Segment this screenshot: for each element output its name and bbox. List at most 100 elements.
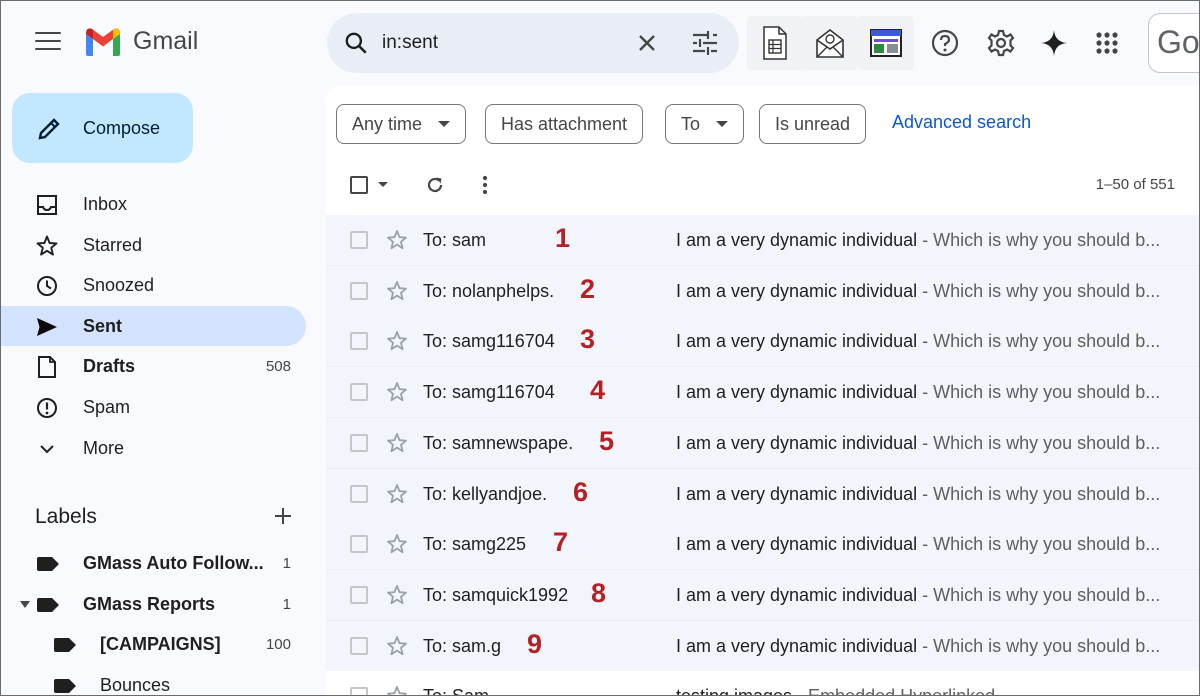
main-menu-icon[interactable] (35, 32, 61, 52)
refresh-icon[interactable] (425, 175, 445, 195)
sidebar-item-drafts[interactable]: Drafts 508 (1, 346, 306, 386)
annotation-number: 3 (580, 324, 596, 355)
google-account-text: Go (1157, 24, 1200, 60)
star-icon[interactable] (386, 685, 408, 696)
filter-chip-is-unread[interactable]: Is unread (759, 104, 867, 144)
sidebar-item-sent[interactable]: Sent (1, 305, 306, 346)
recipient: To: samquick1992 (423, 584, 569, 605)
row-checkbox[interactable] (350, 433, 368, 452)
settings-icon[interactable] (973, 16, 1029, 70)
email-row[interactable]: To: sam.g 9 I am a very dynamic individual… (326, 620, 1199, 672)
filter-chip-any-time[interactable]: Any time (336, 104, 467, 144)
label-item[interactable]: Bounces (1, 666, 306, 695)
star-icon[interactable] (386, 432, 408, 454)
compose-label: Compose (83, 118, 161, 138)
email-subject: I am a very dynamic individual (676, 483, 918, 504)
dashboard-icon[interactable] (858, 16, 914, 70)
row-checkbox[interactable] (350, 332, 368, 351)
sidebar-item-starred[interactable]: Starred (1, 225, 306, 265)
email-summary: I am a very dynamic individual - Which i… (676, 382, 1166, 403)
email-summary: I am a very dynamic individual - Which i… (676, 484, 1166, 505)
sidebar-item-label: Drafts (83, 356, 136, 377)
google-account-button[interactable]: Go (1148, 13, 1200, 73)
star-icon[interactable] (386, 330, 408, 352)
label-name: [CAMPAIGNS] (100, 634, 221, 655)
annotation-number: 9 (527, 628, 543, 659)
star-icon[interactable] (386, 635, 408, 657)
more-options-icon[interactable] (479, 175, 491, 195)
email-subject: I am a very dynamic individual (676, 230, 918, 250)
email-row[interactable]: To: samnewspape. 5 I am a very dynamic ind… (326, 417, 1199, 469)
gmail-logo[interactable]: Gmail (83, 26, 198, 56)
email-summary: I am a very dynamic individual - Which i… (676, 230, 1166, 251)
recipient: To: samg116704 (423, 382, 555, 403)
label-item[interactable]: GMass Reports 1 (1, 585, 306, 625)
star-icon (36, 235, 58, 257)
search-input[interactable] (382, 30, 622, 56)
email-row[interactable]: To: samquick1992 8 I am a very dynamic ind… (326, 569, 1199, 621)
row-checkbox[interactable] (350, 383, 368, 402)
email-summary: I am a very dynamic individual - Which i… (676, 281, 1166, 302)
compose-button[interactable]: Compose (12, 93, 193, 163)
draft-icon (36, 356, 58, 379)
email-row[interactable]: To: sam 1 I am a very dynamic individual -… (326, 215, 1199, 266)
clear-search-icon[interactable] (635, 31, 659, 55)
label-name: GMass Reports (83, 593, 216, 614)
email-snippet: - Which is why you should b... (917, 534, 1161, 555)
search-options-icon[interactable] (691, 31, 719, 55)
select-all-checkbox[interactable] (350, 176, 368, 194)
label-item[interactable]: [CAMPAIGNS] 100 (1, 625, 306, 665)
email-summary: I am a very dynamic individual - Which i… (676, 433, 1166, 454)
row-checkbox[interactable] (350, 281, 368, 300)
mail-merge-icon[interactable] (802, 16, 858, 70)
apps-grid-icon[interactable] (1079, 16, 1135, 70)
star-icon[interactable] (386, 280, 408, 302)
email-snippet: - Which is why you should b... (917, 432, 1161, 453)
star-icon[interactable] (386, 533, 408, 555)
star-icon[interactable] (386, 381, 408, 403)
email-row[interactable]: To: samg116704 3 I am a very dynamic indiv… (326, 316, 1199, 368)
email-row[interactable]: To: nolanphelps. 2 I am a very dynamic ind… (326, 265, 1199, 317)
sidebar-item-snoozed[interactable]: Snoozed (1, 265, 306, 305)
main-panel: Any time Has attachment To Is unread Advanc… (326, 85, 1199, 696)
app-name: Gmail (133, 26, 199, 55)
recipient: To: samg225 (423, 534, 527, 555)
email-row[interactable]: To: Sam testing images - Embedded Hyperli… (326, 671, 1199, 696)
email-row[interactable]: To: samg225 7 I am a very dynamic individu… (326, 519, 1199, 571)
sidebar-item-more[interactable]: More (1, 428, 306, 468)
email-subject: testing images (676, 686, 792, 695)
select-dropdown-icon[interactable] (378, 182, 388, 187)
add-label-icon[interactable] (273, 506, 293, 526)
row-checkbox[interactable] (350, 484, 368, 503)
row-checkbox[interactable] (350, 585, 368, 604)
sidebar-item-count: 508 (265, 358, 291, 376)
label-name: GMass Auto Follow... (83, 553, 264, 573)
email-subject: I am a very dynamic individual (676, 331, 918, 352)
search-icon[interactable] (343, 30, 369, 56)
label-count: 1 (282, 595, 291, 613)
row-checkbox[interactable] (350, 687, 368, 695)
email-row[interactable]: To: kellyandjoe. 6 I am a very dynamic ind… (326, 468, 1199, 520)
label-expand-icon[interactable] (20, 600, 30, 608)
label-item[interactable]: GMass Auto Follow... 1 (1, 544, 306, 584)
advanced-search-link[interactable]: Advanced search (892, 112, 1031, 133)
email-subject: I am a very dynamic individual (676, 584, 918, 605)
sidebar-item-inbox[interactable]: Inbox (1, 184, 306, 224)
sidebar-item-label: Inbox (83, 194, 128, 214)
help-icon[interactable] (917, 16, 973, 70)
email-row[interactable]: To: samg116704 4 I am a very dynamic indiv… (326, 367, 1199, 419)
row-checkbox[interactable] (350, 535, 368, 554)
sidebar-item-spam[interactable]: Spam (1, 387, 306, 427)
recipient: To: nolanphelps. (423, 280, 555, 301)
filter-chip-to[interactable]: To (665, 104, 745, 144)
row-checkbox[interactable] (350, 231, 368, 249)
pagination-info[interactable]: 1–50 of 551 (1096, 176, 1175, 193)
star-icon[interactable] (386, 584, 408, 606)
row-checkbox[interactable] (350, 636, 368, 655)
email-subject: I am a very dynamic individual (676, 432, 918, 453)
filter-chip-has-attachment[interactable]: Has attachment (485, 104, 644, 144)
star-icon[interactable] (386, 483, 408, 505)
spreadsheet-icon[interactable] (747, 16, 803, 70)
gemini-icon[interactable] (1026, 16, 1082, 70)
star-icon[interactable] (386, 229, 408, 251)
